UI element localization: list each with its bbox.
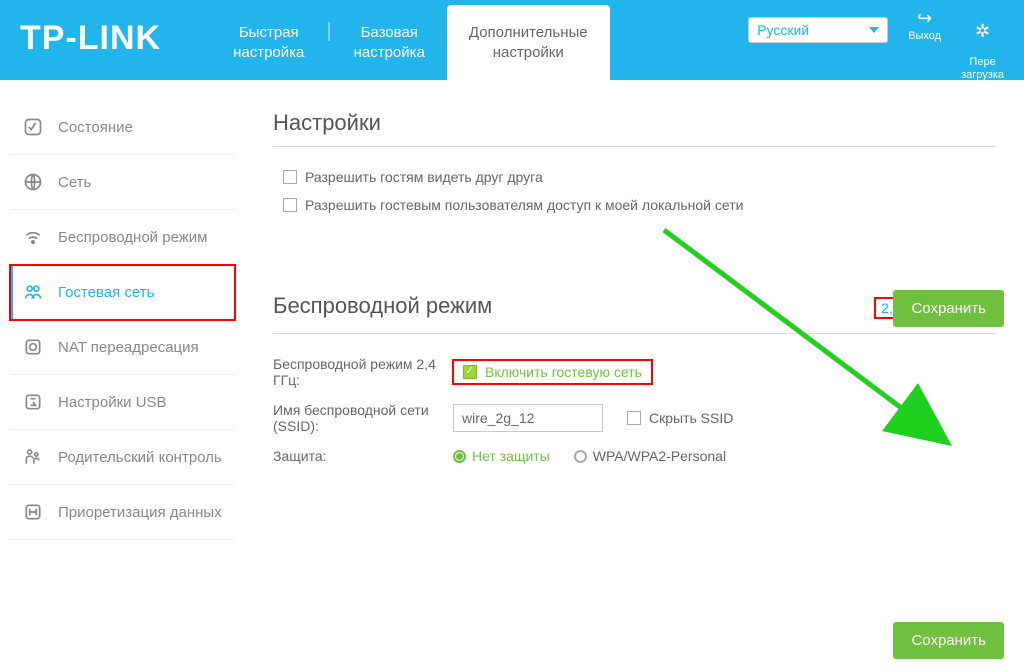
sidebar-item-label: Приоретизация данных [58,504,222,521]
top-tabs: Быстрая настройка | Базовая настройка До… [211,0,610,80]
security-none-radio[interactable]: Нет защиты [453,448,550,464]
sidebar-item-usb[interactable]: Настройки USB [10,375,235,430]
divider [273,333,996,334]
sidebar: Состояние Сеть Беспроводной режим Гостев… [0,80,245,669]
main-content: Настройки Разрешить гостям видеть друг д… [245,80,1024,669]
sidebar-item-parental[interactable]: Родительский контроль [10,430,235,485]
radio-icon[interactable] [574,450,587,463]
security-wpa-radio[interactable]: WPA/WPA2-Personal [574,448,726,464]
sidebar-item-label: Сеть [58,174,91,191]
checkbox-icon[interactable] [627,411,641,425]
logout-icon: ↪ [908,8,941,30]
wifi-icon [22,226,44,248]
sidebar-item-label: Настройки USB [58,394,167,411]
no-security-label: Нет защиты [472,448,550,464]
header: TP-LINK Быстрая настройка | Базовая наст… [0,0,1024,80]
save-button[interactable]: Сохранить [893,622,1004,659]
reload-button[interactable]: ✲ Пере загрузка [961,8,1004,82]
checkbox-icon[interactable] [283,198,297,212]
hide-ssid-label: Скрыть SSID [649,410,733,426]
chevron-down-icon [869,27,879,33]
status-icon [22,116,44,138]
tab-basic-setup[interactable]: Базовая настройка [332,5,447,80]
tab-quick-setup[interactable]: Быстрая настройка [211,5,326,80]
sidebar-item-label: NAT переадресация [58,339,199,356]
security-label: Защита: [273,448,453,464]
ssid-input[interactable] [453,404,603,432]
enable-guest-label: Включить гостевую сеть [485,364,642,380]
usb-icon [22,391,44,413]
sidebar-item-qos[interactable]: Приоретизация данных [10,485,235,540]
logout-label: Выход [908,30,941,42]
brand-logo: TP-LINK [0,19,181,80]
language-select[interactable]: Русский [748,17,888,43]
ssid-label: Имя беспроводной сети (SSID): [273,402,453,434]
logout-button[interactable]: ↪ Выход [908,8,941,82]
checkbox-icon[interactable] [283,170,297,184]
checkbox-label: Разрешить гостям видеть друг друга [305,169,543,185]
sidebar-item-status[interactable]: Состояние [10,100,235,155]
checkbox-label: Разрешить гостевым пользователям доступ … [305,197,743,213]
sidebar-item-label: Беспроводной режим [58,229,207,246]
sidebar-item-label: Гостевая сеть [58,284,154,301]
wpa-label: WPA/WPA2-Personal [593,448,726,464]
sidebar-item-wireless[interactable]: Беспроводной режим [10,210,235,265]
reload-icon: ✲ [961,21,1004,43]
allow-guests-see-each-other[interactable]: Разрешить гостям видеть друг друга [273,169,996,185]
header-actions: ↪ Выход ✲ Пере загрузка [908,0,1024,82]
sidebar-item-label: Родительский контроль [58,449,222,466]
divider [273,146,996,147]
hide-ssid-checkbox[interactable]: Скрыть SSID [627,410,733,426]
sidebar-item-guest-network[interactable]: Гостевая сеть [10,265,235,320]
sidebar-item-network[interactable]: Сеть [10,155,235,210]
radio-checked-icon[interactable] [453,450,466,463]
enable-guest-network-checkbox[interactable]: Включить гостевую сеть [453,360,652,384]
language-value: Русский [757,22,809,38]
save-button[interactable]: Сохранить [893,290,1004,327]
wireless-mode-24-label: Беспроводной режим 2,4 ГГц: [273,356,453,388]
guest-icon [22,281,44,303]
qos-icon [22,501,44,523]
sidebar-item-label: Состояние [58,119,133,136]
tab-advanced-setup[interactable]: Дополнительные настройки [447,5,610,80]
tab-separator: | [326,20,331,61]
reload-label: Пере загрузка [961,56,1004,81]
parental-icon [22,446,44,468]
checkbox-checked-icon[interactable] [463,365,477,379]
globe-icon [22,171,44,193]
settings-title: Настройки [273,110,996,136]
allow-guests-lan-access[interactable]: Разрешить гостевым пользователям доступ … [273,197,996,213]
wireless-title: Беспроводной режим [273,293,492,319]
sidebar-item-nat[interactable]: NAT переадресация [10,320,235,375]
nat-icon [22,336,44,358]
